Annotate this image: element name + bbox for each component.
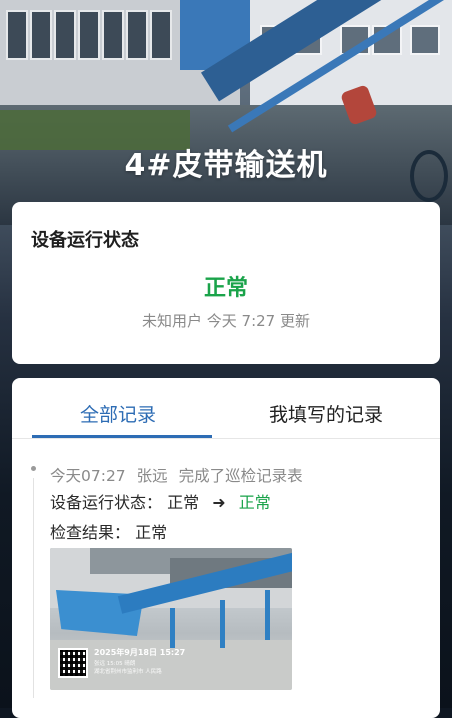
updated-at: 今天 7:27: [206, 312, 276, 330]
photo-watermark: 2025年9月18日 15:27 张远 15:05 晴朗 湖北省荆州市监利市 人…: [54, 644, 214, 686]
record-photo[interactable]: 2025年9月18日 15:27 张远 15:05 晴朗 湖北省荆州市监利市 人…: [50, 548, 292, 690]
records-tabs: 全部记录 我填写的记录: [12, 378, 440, 439]
updated-suffix: 更新: [280, 312, 311, 330]
photo-stamp-line1: 张远 15:05 晴朗: [94, 661, 136, 667]
qr-code-icon: [58, 648, 88, 678]
record-time: 今天07:27: [50, 467, 126, 485]
record-result-value: 正常: [135, 523, 168, 542]
record-entry-header: 今天07:27 张远 完成了巡检记录表: [50, 464, 309, 486]
timeline-dot-icon: [31, 466, 36, 471]
photo-timestamp: 2025年9月18日 15:27: [94, 648, 186, 657]
timeline-line: [33, 478, 34, 698]
photo-leg: [170, 608, 175, 648]
status-card: 设备运行状态 正常 未知用户 今天 7:27 更新: [12, 202, 440, 364]
record-status-row: 设备运行状态： 正常 ➜ 正常: [50, 489, 271, 513]
status-card-heading: 设备运行状态: [31, 230, 139, 251]
record-status-from: 正常: [167, 493, 200, 512]
status-value: 正常: [203, 276, 248, 301]
updated-by: 未知用户: [141, 312, 202, 330]
photo-leg: [220, 600, 225, 648]
record-status-label: 设备运行状态：: [50, 493, 163, 512]
photo-stamp-line2: 湖北省荆州市监利市 人民路: [94, 669, 162, 675]
records-card: 全部记录 我填写的记录 今天07:27 张远 完成了巡检记录表 设备运行状态： …: [12, 378, 440, 718]
record-result-label: 检查结果：: [50, 523, 131, 542]
record-user: 张远: [136, 467, 168, 485]
record-result-row: 检查结果： 正常: [50, 519, 167, 543]
record-action: 完成了巡检记录表: [178, 467, 303, 485]
active-tab-indicator: [32, 435, 212, 438]
record-status-to: 正常: [238, 493, 271, 512]
arrow-right-icon: ➜: [212, 493, 226, 512]
tab-all-records[interactable]: 全部记录: [80, 400, 156, 427]
tab-my-records[interactable]: 我填写的记录: [269, 400, 383, 427]
page-title: 4#皮带输送机: [124, 148, 328, 183]
status-updated-meta: 未知用户 今天 7:27 更新: [12, 310, 440, 331]
photo-leg: [265, 590, 270, 640]
